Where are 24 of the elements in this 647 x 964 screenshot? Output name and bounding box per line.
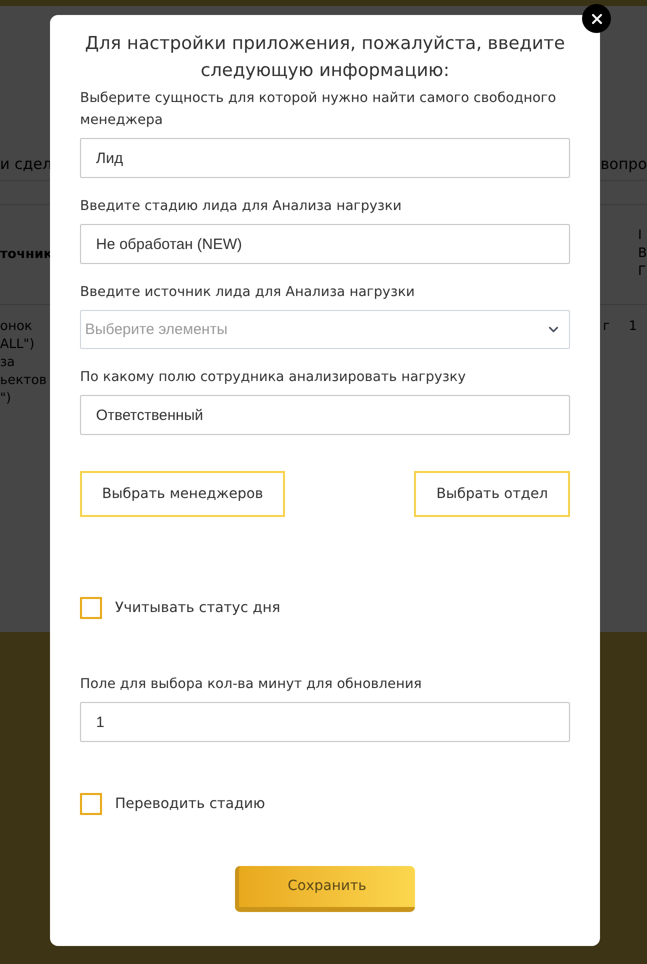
text-input[interactable]: Ответственный xyxy=(80,395,570,435)
checkbox[interactable] xyxy=(80,597,102,619)
field-label: По какому полю сотрудника анализировать нагрузку xyxy=(80,368,467,387)
table-cell: онок ALL") за ьектов ") xyxy=(0,318,47,408)
text-input[interactable]: 1 xyxy=(80,702,570,742)
save-button[interactable]: Сохранить xyxy=(235,866,415,912)
table-cell: г xyxy=(602,318,610,336)
select-field[interactable]: Выберите элементы xyxy=(80,310,570,349)
field-label: Поле для выбора кол-ва минут для обновления xyxy=(80,675,423,694)
checkbox[interactable] xyxy=(80,793,102,815)
checkbox-label[interactable]: Переводить стадию xyxy=(115,793,266,815)
text-input[interactable]: Лид xyxy=(80,138,570,178)
table-cell: 1 xyxy=(628,318,637,336)
field-label: Введите стадию лида для Анализа нагрузки xyxy=(80,197,403,216)
field-label: Введите источник лида для Анализа нагрузки xyxy=(80,283,416,302)
table-header-cell: I В Г xyxy=(638,226,647,280)
dialog-title: Для настройки приложения, пожалуйста, введите следующую информацию: xyxy=(84,32,566,83)
select-button[interactable]: Выбрать менеджеров xyxy=(80,471,286,517)
table-header-cell-text: точник xyxy=(0,246,52,264)
checkbox-label[interactable]: Учитывать статус дня xyxy=(115,597,280,619)
close-icon xyxy=(592,14,602,24)
select-button[interactable]: Выбрать отдел xyxy=(414,471,570,517)
text-input[interactable]: Не обработан (NEW) xyxy=(80,224,570,264)
field-label: Выберите сущность для которой нужно найти самого свободного менеджера xyxy=(80,89,558,130)
